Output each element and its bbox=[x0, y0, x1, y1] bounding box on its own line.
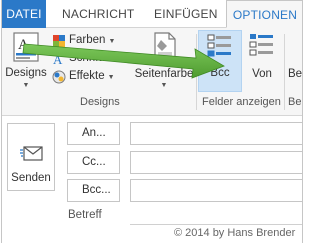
designs-button[interactable]: A Designs ▼ bbox=[4, 32, 48, 92]
von-label: Von bbox=[252, 68, 272, 80]
von-toggle-button[interactable]: Von bbox=[244, 32, 280, 92]
from-field-icon bbox=[249, 34, 273, 56]
tab-einfuegen[interactable]: EINFÜGEN bbox=[154, 0, 217, 28]
effekte-dropdown-caret: ▼ bbox=[107, 74, 115, 81]
bcc-button[interactable]: Bcc... bbox=[67, 179, 120, 202]
color-palette-icon bbox=[53, 35, 65, 47]
ribbon-tab-strip: DATEI NACHRICHT EINFÜGEN OPTIONEN bbox=[2, 0, 302, 28]
bcc-input[interactable] bbox=[130, 179, 302, 202]
schriftarten-button[interactable]: A Schriftarten ▼ bbox=[52, 50, 142, 68]
effekte-label: Effekte bbox=[69, 70, 105, 82]
cc-input[interactable] bbox=[130, 151, 302, 174]
group-label-felder-anzeigen: Felder anzeigen bbox=[202, 96, 281, 108]
group-separator bbox=[196, 34, 197, 110]
bcc-ribbon-label: Bcc bbox=[210, 67, 230, 79]
group-separator bbox=[284, 34, 285, 110]
ribbon: A Designs ▼ Farben ▼ A Schriftarten ▼ Ef… bbox=[2, 28, 302, 116]
message-header-area: Senden An... Cc... Bcc... Betreff © 2014… bbox=[2, 116, 302, 243]
bcc-field-icon bbox=[207, 34, 231, 57]
page-color-icon bbox=[154, 32, 176, 62]
farben-button[interactable]: Farben ▼ bbox=[52, 32, 132, 50]
effects-icon bbox=[52, 70, 66, 84]
designs-label: Designs bbox=[5, 67, 47, 79]
send-button[interactable]: Senden bbox=[7, 123, 55, 191]
subject-label: Betreff bbox=[68, 209, 102, 221]
tab-optionen[interactable]: OPTIONEN bbox=[226, 0, 302, 28]
cut-off-button-label[interactable]: Be bbox=[288, 68, 302, 80]
tab-datei[interactable]: DATEI bbox=[2, 0, 46, 28]
subject-input[interactable] bbox=[130, 224, 302, 225]
tab-nachricht[interactable]: NACHRICHT bbox=[62, 0, 134, 28]
copyright-watermark: © 2014 by Hans Brender bbox=[174, 227, 296, 239]
to-button[interactable]: An... bbox=[67, 122, 120, 145]
outlook-compose-window: DATEI NACHRICHT EINFÜGEN OPTIONEN A Desi… bbox=[1, 0, 303, 243]
group-label-cut-off: Be bbox=[288, 96, 302, 108]
schriftarten-label: Schriftarten bbox=[69, 52, 128, 64]
bcc-toggle-button[interactable]: Bcc bbox=[198, 30, 242, 92]
seitenfarbe-dropdown-caret: ▼ bbox=[160, 82, 168, 89]
cc-button[interactable]: Cc... bbox=[67, 151, 120, 174]
seitenfarbe-button[interactable]: Seitenfarbe ▼ bbox=[134, 32, 194, 92]
farben-label: Farben bbox=[69, 34, 106, 46]
svg-text:A: A bbox=[18, 37, 29, 53]
send-envelope-icon bbox=[20, 146, 43, 161]
effekte-button[interactable]: Effekte ▼ bbox=[52, 68, 127, 86]
send-label: Senden bbox=[11, 172, 51, 184]
svg-text:A: A bbox=[53, 52, 63, 66]
to-input[interactable] bbox=[130, 122, 302, 145]
group-label-designs: Designs bbox=[80, 96, 120, 108]
designs-icon: A bbox=[13, 32, 39, 62]
farben-dropdown-caret: ▼ bbox=[108, 38, 116, 45]
font-icon: A bbox=[53, 52, 63, 66]
seitenfarbe-label: Seitenfarbe bbox=[134, 68, 194, 80]
designs-dropdown-caret: ▼ bbox=[22, 82, 30, 89]
